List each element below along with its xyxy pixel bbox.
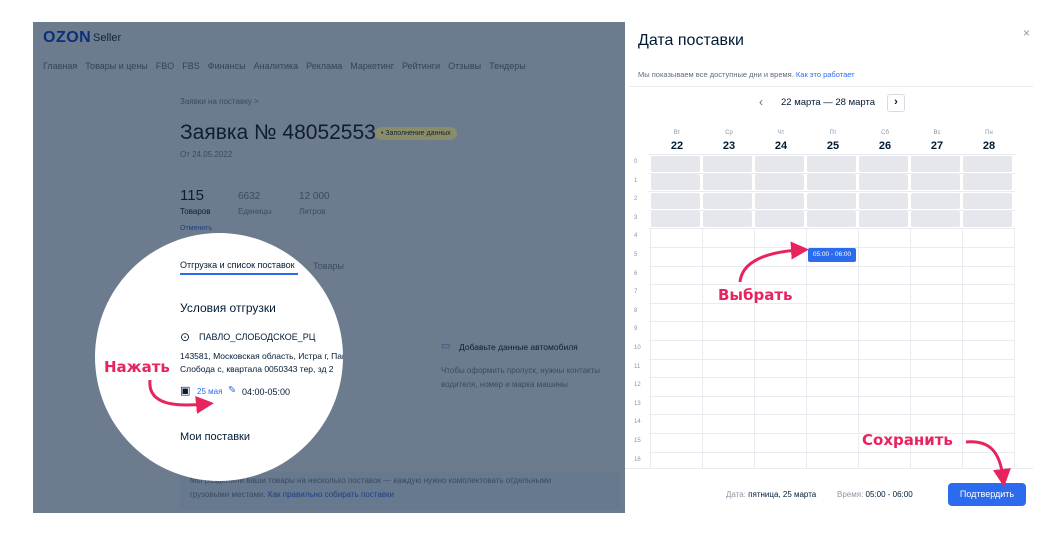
arrow-save (965, 440, 1011, 487)
arrow-press (148, 379, 214, 414)
arrow-choose (738, 241, 809, 283)
annotation-arrows (148, 241, 1011, 487)
